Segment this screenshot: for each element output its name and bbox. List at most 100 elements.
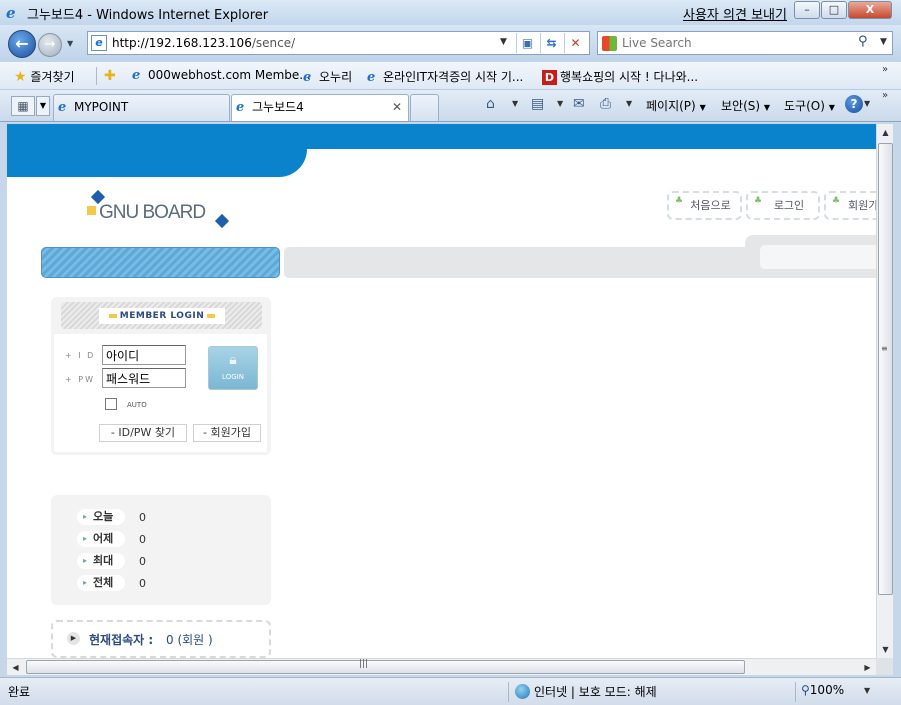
tab-list-dropdown-icon[interactable]: ▼ bbox=[36, 96, 50, 116]
feedback-link[interactable]: 사용자 의견 보내기 bbox=[683, 4, 787, 23]
join-button[interactable]: - 회원가입 bbox=[193, 424, 261, 442]
back-button[interactable]: ← bbox=[8, 30, 36, 58]
live-search-logo-icon bbox=[602, 36, 617, 51]
logo-square-icon bbox=[87, 206, 96, 215]
tools-menu-label: 도구(O) bbox=[784, 99, 825, 113]
favorites-button[interactable]: ★ 즐겨찾기 bbox=[14, 68, 75, 85]
search-icon[interactable]: ⚲ bbox=[858, 34, 868, 49]
web-page: GNU BOARD ♣ 처음으로 ♣ 로그인 ♣ 회원가 MEMBER LOGIN +… bbox=[7, 124, 876, 658]
status-text: 완료 bbox=[8, 685, 31, 699]
tools-menu[interactable]: 도구(O) ▼ bbox=[784, 97, 835, 114]
favorite-label: 오누리 bbox=[319, 70, 353, 84]
password-input[interactable] bbox=[102, 368, 186, 388]
safety-dropdown-icon: ▼ bbox=[763, 103, 771, 112]
feeds-icon[interactable]: ▤ bbox=[531, 96, 544, 112]
address-bar[interactable]: e http://192.168.123.106/sence/ ▼ ▣ ⇆ ✕ bbox=[87, 31, 590, 55]
favorite-label: 000webhost.com Membe... bbox=[148, 68, 311, 82]
safety-menu-label: 보안(S) bbox=[721, 99, 761, 113]
url-host: http://192.168.123.106 bbox=[112, 36, 252, 50]
favorite-link-000webhost[interactable]: e 000webhost.com Membe... bbox=[132, 68, 311, 83]
favorite-link-danawa[interactable]: D 행복쇼핑의 시작 ! 다나와... bbox=[542, 68, 698, 85]
feeds-dropdown-icon[interactable]: ▼ bbox=[557, 99, 563, 108]
horizontal-scroll-thumb[interactable] bbox=[26, 660, 745, 674]
help-dropdown-icon[interactable]: ▼ bbox=[864, 99, 870, 108]
play-arrow-icon: ▶ bbox=[67, 632, 80, 645]
maximize-button[interactable]: □ bbox=[821, 1, 847, 19]
favorite-ie-icon: e bbox=[303, 70, 312, 85]
url-path: /sence/ bbox=[251, 36, 296, 50]
join-link-button[interactable]: ♣ 회원가 bbox=[824, 191, 876, 220]
scroll-up-arrow-icon[interactable]: ▲ bbox=[877, 124, 894, 141]
id-input[interactable] bbox=[102, 345, 186, 365]
connected-users-label: 현재접속자 : bbox=[89, 633, 154, 647]
close-tab-icon[interactable]: ✕ bbox=[392, 95, 402, 119]
tab-gnuboard[interactable]: e 그누보드4 ✕ bbox=[231, 94, 409, 121]
favorites-overflow-chevron-icon[interactable]: » bbox=[882, 64, 888, 75]
find-id-pw-button[interactable]: - ID/PW 찾기 bbox=[99, 424, 187, 442]
status-separator bbox=[508, 682, 509, 702]
url-text[interactable]: http://192.168.123.106/sence/ bbox=[112, 36, 295, 50]
ie-logo-icon: e bbox=[6, 4, 16, 22]
search-input[interactable] bbox=[622, 35, 852, 51]
ie-window: e 그누보드4 - Windows Internet Explorer 사용자 … bbox=[0, 0, 901, 705]
minimize-button[interactable]: – bbox=[794, 1, 820, 19]
favorite-link-it-cert[interactable]: e 온라인IT자격증의 시작 기... bbox=[367, 68, 523, 85]
commands-overflow-chevron-icon[interactable]: » bbox=[882, 90, 888, 101]
scrollbar-corner bbox=[876, 658, 893, 675]
tab-bar: ▦ ▼ e MYPOINT e 그누보드4 ✕ ⌂ ▼ ▤ ▼ ✉ ⎙ ▼ 페이지(P… bbox=[0, 90, 901, 122]
header-band bbox=[7, 124, 876, 149]
window-title: 그누보드4 - Windows Internet Explorer bbox=[27, 8, 269, 23]
auto-login-label: AUTO bbox=[127, 401, 147, 409]
refresh-icon[interactable]: ⇆ bbox=[540, 33, 562, 53]
home-link-button[interactable]: ♣ 처음으로 bbox=[667, 191, 742, 220]
page-dropdown-icon: ▼ bbox=[699, 103, 706, 112]
help-icon[interactable]: ? bbox=[845, 95, 863, 113]
forward-button[interactable]: → bbox=[38, 33, 62, 57]
search-options-dropdown-icon[interactable]: ▼ bbox=[880, 37, 887, 47]
stat-value-max: 0 bbox=[139, 555, 146, 568]
new-tab-button[interactable] bbox=[410, 94, 439, 121]
compatibility-view-icon[interactable]: ▣ bbox=[516, 33, 538, 53]
stop-icon[interactable]: ✕ bbox=[564, 33, 586, 53]
vertical-scroll-thumb[interactable] bbox=[878, 143, 893, 595]
scroll-left-arrow-icon[interactable]: ◀ bbox=[7, 659, 24, 676]
safety-menu[interactable]: 보안(S) ▼ bbox=[721, 97, 770, 114]
stat-label-yesterday: 어제 bbox=[77, 531, 125, 547]
favorite-link-onuri[interactable]: e 오누리 bbox=[303, 68, 352, 85]
logo-text: GNU BOARD bbox=[99, 202, 206, 223]
login-box: MEMBER LOGIN + I D + PW 🔒︎ LOGIN AUTO - … bbox=[51, 297, 271, 455]
gnuboard-logo[interactable]: GNU BOARD bbox=[87, 189, 239, 234]
address-dropdown-icon[interactable]: ▼ bbox=[500, 37, 507, 47]
favorite-ie-icon: e bbox=[132, 68, 141, 83]
vertical-scrollbar[interactable]: ▲ ≡ ▼ bbox=[876, 124, 893, 658]
login-link-label: 로그인 bbox=[773, 199, 805, 212]
close-button[interactable]: X bbox=[848, 1, 892, 19]
add-favorite-icon[interactable]: ✚ bbox=[104, 68, 116, 84]
favorite-ie-icon: e bbox=[367, 70, 376, 85]
status-separator bbox=[795, 682, 796, 702]
quick-tabs-icon[interactable]: ▦ bbox=[11, 96, 35, 116]
globe-icon bbox=[515, 684, 530, 699]
home-dropdown-icon[interactable]: ▼ bbox=[512, 99, 518, 108]
vertical-grip-icon: ≡ bbox=[881, 344, 888, 353]
scroll-right-arrow-icon[interactable]: ▶ bbox=[859, 659, 876, 676]
print-dropdown-icon[interactable]: ▼ bbox=[626, 99, 632, 108]
print-icon[interactable]: ⎙ bbox=[600, 96, 611, 112]
stat-label-total: 전체 bbox=[77, 575, 125, 591]
tools-dropdown-icon: ▼ bbox=[828, 103, 835, 112]
scroll-down-arrow-icon[interactable]: ▼ bbox=[877, 641, 894, 658]
zoom-level[interactable]: ⚲100% bbox=[801, 683, 844, 697]
login-link-button[interactable]: ♣ 로그인 bbox=[746, 191, 820, 220]
home-icon[interactable]: ⌂ bbox=[486, 96, 495, 112]
horizontal-scrollbar[interactable]: ◀ ||| ▶ bbox=[7, 658, 876, 675]
page-menu[interactable]: 페이지(P) ▼ bbox=[646, 97, 706, 114]
login-button[interactable]: 🔒︎ LOGIN bbox=[208, 346, 258, 390]
connected-users-box[interactable]: ▶ 현재접속자 : 0 (회원 ) bbox=[51, 620, 271, 658]
zoom-dropdown-icon[interactable]: ▼ bbox=[864, 686, 870, 695]
recent-pages-dropdown-icon[interactable]: ▼ bbox=[67, 39, 73, 48]
tab-mypoint[interactable]: e MYPOINT bbox=[53, 94, 230, 121]
auto-login-checkbox[interactable] bbox=[105, 398, 117, 410]
stat-value-today: 0 bbox=[139, 511, 146, 524]
security-zone[interactable]: 인터넷 | 보호 모드: 해제 bbox=[515, 683, 657, 700]
mail-icon[interactable]: ✉ bbox=[573, 96, 585, 112]
